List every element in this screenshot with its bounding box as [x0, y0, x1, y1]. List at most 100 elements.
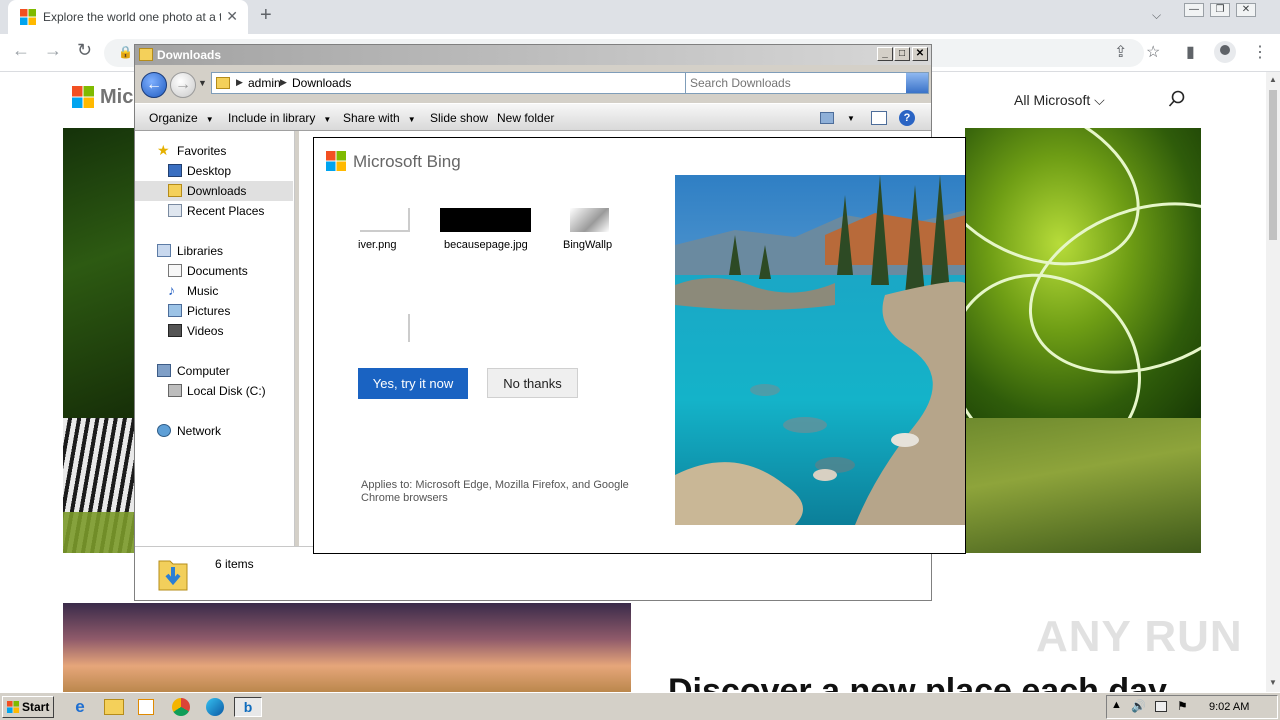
share-icon[interactable]: ⇪	[1114, 42, 1127, 62]
edge-icon[interactable]	[206, 698, 224, 716]
folder-icon	[139, 48, 153, 61]
nav-item-music[interactable]: ♪ Music	[135, 281, 293, 301]
explorer-taskbar-icon[interactable]	[104, 699, 124, 715]
media-player-icon[interactable]	[138, 699, 154, 715]
explorer-search-box[interactable]	[685, 72, 929, 94]
volume-icon[interactable]: 🔊	[1131, 699, 1146, 713]
chrome-icon[interactable]	[172, 698, 190, 716]
search-icon[interactable]	[906, 73, 928, 93]
page-scrollbar[interactable]: ▲ ▼	[1266, 72, 1280, 692]
view-chevron-icon[interactable]: ▼	[847, 114, 855, 123]
view-options-icon[interactable]	[820, 112, 834, 124]
bookmark-star-icon[interactable]: ☆	[1146, 42, 1160, 62]
clock[interactable]: 9:02 AM	[1209, 701, 1249, 713]
computer-icon	[157, 364, 171, 377]
breadcrumb-admin[interactable]: admin	[248, 76, 281, 90]
explorer-title: Downloads	[157, 48, 222, 62]
no-thanks-button[interactable]: No thanks	[487, 368, 578, 398]
start-label: Start	[22, 700, 50, 714]
microsoft-logo-icon	[20, 9, 36, 25]
file-thumbnail[interactable]	[440, 208, 531, 232]
file-name-label[interactable]: BingWallp	[563, 239, 612, 251]
nav-item-label: Pictures	[187, 304, 231, 318]
breadcrumb-separator-icon[interactable]: ▶	[280, 77, 287, 88]
microsoft-wordmark[interactable]: Mic	[100, 86, 133, 109]
scroll-down-icon[interactable]: ▼	[1269, 678, 1277, 687]
bing-taskbar-icon[interactable]: b	[234, 697, 262, 717]
explorer-title-bar[interactable]: Downloads _ □ ✕	[135, 45, 931, 65]
back-arrow-icon[interactable]: ←	[12, 40, 30, 61]
forward-arrow-icon[interactable]: →	[44, 40, 62, 61]
hero-image-cherry-blossom	[63, 603, 631, 692]
network-tray-icon[interactable]	[1155, 701, 1167, 712]
preview-pane-icon[interactable]	[871, 111, 887, 125]
nav-item-computer[interactable]: Computer	[135, 361, 293, 381]
breadcrumb-downloads[interactable]: Downloads	[292, 76, 351, 90]
file-thumbnail[interactable]	[360, 314, 410, 342]
organize-menu[interactable]: Organize ▼	[149, 111, 214, 125]
new-tab-button[interactable]: +	[260, 4, 272, 27]
browser-tab[interactable]: Explore the world one photo at a time ✕	[8, 0, 248, 34]
reload-icon[interactable]: ↻	[77, 40, 92, 61]
nav-item-label: Music	[187, 284, 219, 298]
share-with-menu[interactable]: Share with ▼	[343, 111, 416, 125]
scroll-up-icon[interactable]: ▲	[1269, 75, 1277, 84]
action-center-flag-icon[interactable]: ⚑	[1177, 699, 1188, 713]
details-pane: 6 items	[135, 546, 931, 600]
microsoft-logo-icon[interactable]	[72, 86, 94, 108]
nav-item-pictures[interactable]: Pictures	[135, 301, 293, 321]
nav-item-label: Computer	[177, 364, 230, 378]
explorer-maximize-button[interactable]: □	[894, 47, 910, 61]
side-panel-icon[interactable]: ▮	[1186, 42, 1195, 62]
browser-minimize-button[interactable]: —	[1184, 3, 1204, 17]
file-name-label[interactable]: iver.png	[358, 239, 397, 251]
profile-avatar-icon[interactable]	[1214, 41, 1236, 63]
nav-item-documents[interactable]: Documents	[135, 261, 293, 281]
nav-item-videos[interactable]: Videos	[135, 321, 293, 341]
breadcrumb-separator-icon[interactable]: ▶	[236, 77, 243, 88]
yes-try-it-now-button[interactable]: Yes, try it now	[358, 368, 468, 399]
file-name-label[interactable]: becausepage.jpg	[444, 239, 528, 251]
nav-item-network[interactable]: Network	[135, 421, 293, 441]
videos-icon	[168, 324, 182, 337]
help-icon[interactable]: ?	[899, 110, 915, 126]
include-in-library-menu[interactable]: Include in library ▼	[228, 111, 331, 125]
forward-arrow-icon[interactable]: →	[170, 72, 196, 98]
nav-item-favorites[interactable]: ★ Favorites	[135, 141, 293, 161]
lake-landscape-image	[675, 175, 965, 525]
tray-expand-icon[interactable]: ▲	[1111, 699, 1122, 711]
explorer-minimize-button[interactable]: _	[877, 47, 893, 61]
chevron-down-icon: ▼	[205, 115, 214, 124]
tab-close-icon[interactable]: ✕	[226, 8, 238, 25]
file-thumbnail[interactable]	[570, 208, 609, 232]
file-thumbnail[interactable]	[360, 208, 410, 232]
documents-icon	[168, 264, 182, 277]
nav-item-downloads[interactable]: Downloads	[135, 181, 293, 201]
nav-item-local-disk[interactable]: Local Disk (C:)	[135, 381, 293, 401]
menu-kebab-icon[interactable]: ⋮	[1252, 42, 1268, 62]
explorer-close-button[interactable]: ✕	[912, 47, 928, 61]
hero-image-leaves	[965, 128, 1201, 418]
nav-item-label: Network	[177, 424, 222, 438]
pane-splitter[interactable]	[295, 131, 299, 546]
back-arrow-icon[interactable]: ←	[141, 72, 167, 98]
nav-item-label: Downloads	[187, 184, 247, 198]
browser-close-button[interactable]: ✕	[1236, 3, 1256, 17]
nav-item-desktop[interactable]: Desktop	[135, 161, 293, 181]
slide-show-button[interactable]: Slide show	[430, 111, 488, 125]
new-folder-button[interactable]: New folder	[497, 111, 554, 125]
recent-pages-chevron-icon[interactable]: ▼	[198, 78, 207, 88]
lock-icon[interactable]: 🔒	[118, 45, 133, 59]
windows-flag-icon	[7, 701, 19, 713]
dialog-title: Microsoft Bing	[353, 152, 461, 171]
browser-maximize-button[interactable]: ❐	[1210, 3, 1230, 17]
search-input[interactable]	[690, 75, 902, 91]
search-icon[interactable]	[1168, 90, 1186, 108]
start-button[interactable]: Start	[2, 696, 54, 718]
nav-item-libraries[interactable]: Libraries	[135, 241, 293, 261]
internet-explorer-icon[interactable]: e	[70, 697, 90, 717]
all-microsoft-menu[interactable]: All Microsoft ⌵	[1014, 92, 1105, 109]
nav-item-recent-places[interactable]: Recent Places	[135, 201, 293, 221]
scrollbar-thumb[interactable]	[1269, 90, 1277, 240]
tab-search-chevron-icon[interactable]: ⌵	[1152, 8, 1161, 23]
